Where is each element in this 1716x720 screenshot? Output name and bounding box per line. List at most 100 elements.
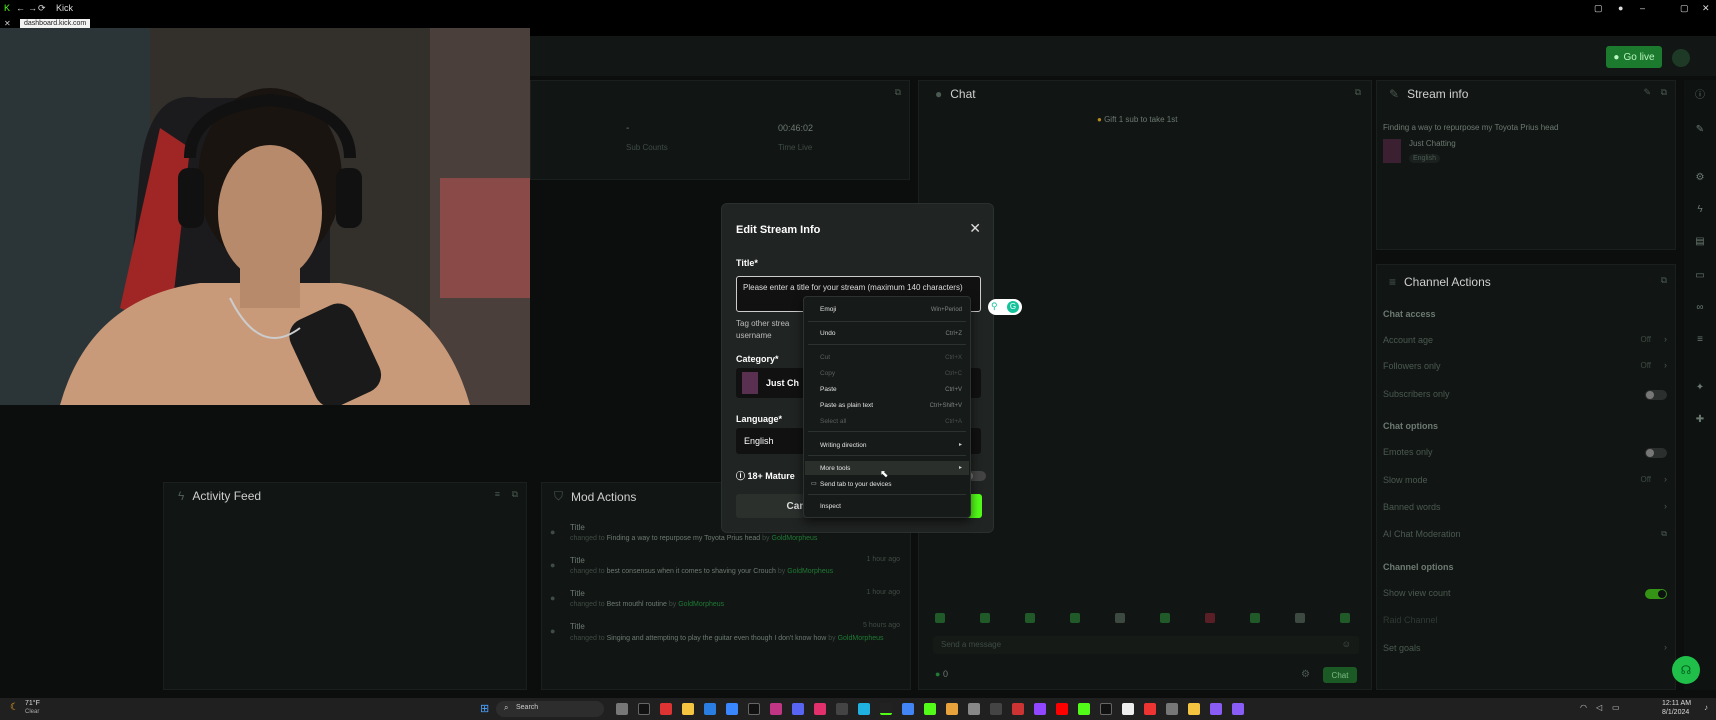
- emote-icon[interactable]: [1070, 613, 1080, 623]
- app-icon[interactable]: [1210, 703, 1222, 715]
- menu-item-copy[interactable]: Copy: [820, 370, 835, 377]
- app-icon[interactable]: [924, 703, 936, 715]
- document-icon[interactable]: ▤: [1694, 236, 1706, 248]
- account-icon[interactable]: ●: [1618, 3, 1623, 13]
- mod-entry-user[interactable]: GoldMorpheus: [678, 601, 724, 608]
- chrome-icon[interactable]: [902, 703, 914, 715]
- app-icon[interactable]: [660, 703, 672, 715]
- app-icon[interactable]: [858, 703, 870, 715]
- clock-date[interactable]: 8/1/2024: [1662, 709, 1689, 716]
- popout-icon[interactable]: ⧉: [512, 489, 518, 500]
- menu-item-select-all[interactable]: Select all: [820, 418, 846, 425]
- puzzle-icon[interactable]: ✚: [1694, 414, 1706, 426]
- menu-item-send-tab[interactable]: Send tab to your devices: [820, 481, 892, 488]
- app-icon[interactable]: [1078, 703, 1090, 715]
- twitch-icon[interactable]: [1034, 703, 1046, 715]
- chat-bubble-icon[interactable]: ▭: [1694, 270, 1706, 282]
- info-icon[interactable]: ⓘ: [1694, 90, 1706, 102]
- emote-icon[interactable]: [1025, 613, 1035, 623]
- file-explorer-icon[interactable]: [682, 703, 694, 715]
- instagram-icon[interactable]: [770, 703, 782, 715]
- account-age-label[interactable]: Account age: [1383, 335, 1433, 345]
- app-icon[interactable]: [946, 703, 958, 715]
- emote-icon[interactable]: [1205, 613, 1215, 623]
- raid-channel-label[interactable]: Raid Channel: [1383, 615, 1438, 625]
- send-chat-button[interactable]: Chat: [1323, 667, 1357, 683]
- show-view-count-toggle[interactable]: [1645, 589, 1667, 599]
- chat-input[interactable]: Send a message ☺: [933, 636, 1359, 654]
- app-icon[interactable]: [836, 703, 848, 715]
- chevron-right-icon[interactable]: ›: [1664, 501, 1667, 511]
- app-icon[interactable]: [814, 703, 826, 715]
- task-view-icon[interactable]: [616, 703, 628, 715]
- close-tab-icon[interactable]: ✕: [4, 19, 11, 28]
- app-icon[interactable]: [1122, 703, 1134, 715]
- mod-entry-user[interactable]: GoldMorpheus: [772, 535, 818, 542]
- emote-icon[interactable]: [1340, 613, 1350, 623]
- emote-icon[interactable]: [1160, 613, 1170, 623]
- app-icon[interactable]: [1166, 703, 1178, 715]
- link-icon[interactable]: ∞: [1694, 302, 1706, 314]
- emotes-only-toggle[interactable]: [1645, 448, 1667, 458]
- settings-icon[interactable]: ⚙: [1694, 172, 1706, 184]
- gift-banner[interactable]: ● Gift 1 sub to take 1st: [1097, 115, 1177, 124]
- lightning-icon[interactable]: ϟ: [1694, 204, 1706, 216]
- filter-icon[interactable]: ≡: [495, 489, 500, 499]
- pencil-icon[interactable]: ✎: [1694, 124, 1706, 136]
- forward-icon[interactable]: →: [28, 3, 37, 13]
- emote-icon[interactable]: [980, 613, 990, 623]
- maximize-icon[interactable]: ▢: [1680, 3, 1689, 14]
- external-link-icon[interactable]: ⧉: [1661, 529, 1667, 539]
- extensions-icon[interactable]: ▢: [1594, 3, 1603, 14]
- menu-item-writing-direction[interactable]: Writing direction: [820, 442, 866, 449]
- edit-icon[interactable]: ✎: [1643, 87, 1651, 98]
- app-icon[interactable]: [1188, 703, 1200, 715]
- chat-settings-icon[interactable]: ⚙: [1301, 669, 1310, 680]
- mod-entry-user[interactable]: GoldMorpheus: [787, 568, 833, 575]
- chevron-right-icon[interactable]: ›: [1664, 474, 1667, 484]
- menu-item-more-tools[interactable]: More tools: [820, 465, 850, 472]
- kick-icon[interactable]: [880, 703, 892, 715]
- wifi-icon[interactable]: ◠: [1580, 703, 1587, 712]
- list-icon[interactable]: ≡: [1694, 334, 1706, 346]
- popout-icon[interactable]: ⧉: [1355, 87, 1361, 98]
- subscribers-only-toggle[interactable]: [1645, 390, 1667, 400]
- menu-item-paste-plain[interactable]: Paste as plain text: [820, 402, 873, 409]
- emote-icon[interactable]: [935, 613, 945, 623]
- x-icon[interactable]: [748, 703, 760, 715]
- volume-icon[interactable]: ◁: [1596, 703, 1602, 712]
- taskbar-search[interactable]: ⌕ Search: [496, 701, 604, 717]
- menu-item-cut[interactable]: Cut: [820, 354, 830, 361]
- webcam-overlay[interactable]: [0, 28, 530, 405]
- minimize-icon[interactable]: –: [1640, 3, 1645, 13]
- grammarly-widget[interactable]: ⚲ G: [988, 299, 1022, 315]
- slow-mode-label[interactable]: Slow mode: [1383, 475, 1428, 485]
- banned-words-label[interactable]: Banned words: [1383, 502, 1441, 512]
- close-icon[interactable]: ✕: [969, 220, 981, 237]
- clock-time[interactable]: 12:11 AM: [1662, 700, 1691, 707]
- app-icon[interactable]: [704, 703, 716, 715]
- popout-icon[interactable]: ⧉: [895, 87, 901, 98]
- app-icon[interactable]: [1232, 703, 1244, 715]
- menu-item-undo[interactable]: Undo: [820, 330, 836, 337]
- emote-icon[interactable]: [1250, 613, 1260, 623]
- ai-moderation-label[interactable]: AI Chat Moderation: [1383, 529, 1461, 539]
- tiktok-icon[interactable]: [638, 703, 650, 715]
- tiktok-icon[interactable]: [1100, 703, 1112, 715]
- app-icon[interactable]: [1012, 703, 1024, 715]
- app-icon[interactable]: [726, 703, 738, 715]
- back-icon[interactable]: ←: [16, 3, 25, 13]
- chevron-right-icon[interactable]: ›: [1664, 642, 1667, 652]
- notification-bell-icon[interactable]: ♪: [1704, 703, 1708, 712]
- emote-icon[interactable]: [1295, 613, 1305, 623]
- chevron-right-icon[interactable]: ›: [1664, 360, 1667, 370]
- emote-icon[interactable]: [1115, 613, 1125, 623]
- go-live-button[interactable]: ● Go live: [1606, 46, 1662, 68]
- windows-start-icon[interactable]: ⊞: [480, 702, 489, 715]
- popout-icon[interactable]: ⧉: [1661, 87, 1667, 98]
- menu-item-paste[interactable]: Paste: [820, 386, 837, 393]
- app-icon[interactable]: [990, 703, 1002, 715]
- app-icon[interactable]: [1144, 703, 1156, 715]
- set-goals-label[interactable]: Set goals: [1383, 643, 1421, 653]
- url-text[interactable]: dashboard.kick.com: [20, 19, 91, 28]
